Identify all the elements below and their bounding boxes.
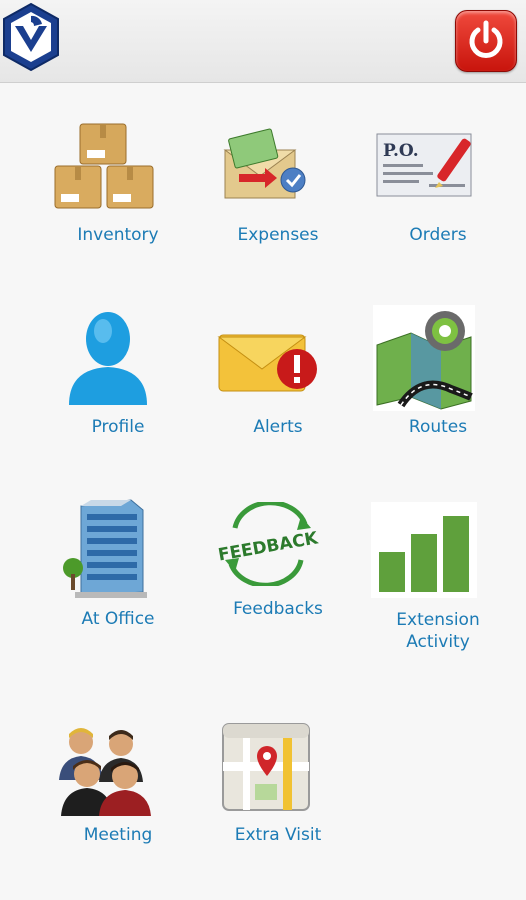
alert-envelope-icon — [217, 331, 321, 401]
bar-chart-icon — [371, 502, 477, 602]
po-text: P.O. — [383, 141, 419, 161]
feedback-icon: FEEDBACK — [213, 500, 323, 590]
money-envelope-icon — [221, 128, 311, 212]
menu-item-profile[interactable]: Profile — [33, 305, 203, 440]
menu-item-alerts[interactable]: Alerts — [193, 305, 363, 440]
expenses-label: Expenses — [237, 225, 319, 245]
office-building-icon — [61, 496, 151, 604]
routes-map-icon — [371, 305, 477, 415]
profile-label: Profile — [91, 417, 145, 437]
menu-item-expenses[interactable]: Expenses — [193, 118, 363, 253]
menu-item-meeting[interactable]: Meeting — [33, 716, 203, 856]
power-button[interactable] — [455, 10, 517, 72]
menu-item-extra-visit[interactable]: Extra Visit — [193, 716, 363, 856]
at-office-label: At Office — [81, 609, 155, 629]
purchase-order-icon: P.O. — [375, 130, 473, 204]
boxes-icon — [53, 118, 157, 216]
routes-label: Routes — [408, 417, 468, 437]
menu-item-orders[interactable]: P.O. Orders — [353, 118, 523, 253]
menu-item-inventory[interactable]: Inventory — [33, 118, 203, 253]
feedbacks-label: Feedbacks — [233, 599, 323, 619]
top-bar — [0, 0, 526, 83]
user-icon — [65, 309, 151, 409]
meeting-label: Meeting — [83, 825, 153, 845]
menu-item-extension-activity[interactable]: Extension Activity — [353, 496, 523, 656]
orders-label: Orders — [409, 225, 467, 245]
extension-label-line1: Extension — [396, 610, 480, 630]
power-icon — [469, 20, 503, 58]
map-pin-icon — [221, 722, 311, 816]
feedback-text: FEEDBACK — [217, 528, 320, 565]
alerts-label: Alerts — [253, 417, 303, 437]
menu-item-feedbacks[interactable]: FEEDBACK Feedbacks — [193, 496, 363, 626]
app-logo-icon — [2, 2, 60, 74]
menu-item-routes[interactable]: Routes — [353, 305, 523, 440]
menu-item-at-office[interactable]: At Office — [33, 496, 203, 636]
meeting-people-icon — [51, 724, 155, 820]
extra-visit-label: Extra Visit — [234, 825, 322, 845]
extension-label-line2: Activity — [406, 632, 470, 652]
inventory-label: Inventory — [77, 225, 159, 245]
